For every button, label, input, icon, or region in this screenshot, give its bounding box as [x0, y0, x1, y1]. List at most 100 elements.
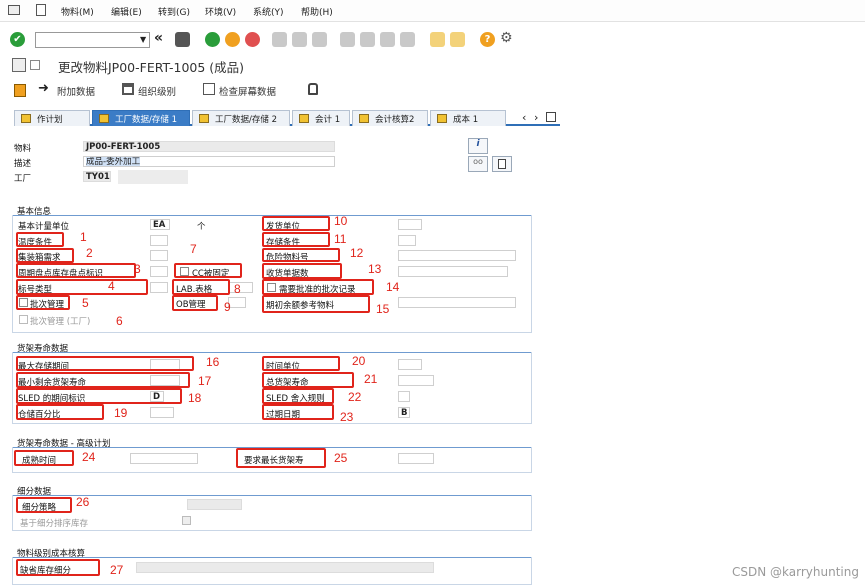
- tab-label: 成本 1: [453, 115, 479, 125]
- base-uom-text: 个: [197, 222, 206, 232]
- cycle-count-field[interactable]: [150, 266, 168, 277]
- watermark: CSDN @karryhunting: [732, 565, 859, 579]
- find-icon[interactable]: [292, 32, 307, 47]
- sap-logo-icon[interactable]: [8, 5, 20, 15]
- annotation-box-8: [172, 279, 230, 295]
- org-levels-button[interactable]: 组织级别: [138, 84, 176, 98]
- title-menu-icon[interactable]: [30, 60, 40, 70]
- annotation-box-19: [16, 404, 104, 420]
- menu-extra-icon[interactable]: [36, 4, 46, 16]
- description-field[interactable]: 成品-委外加工: [83, 156, 335, 167]
- annotation-number: 13: [368, 262, 382, 276]
- hazmat-field[interactable]: [398, 250, 516, 261]
- clipboard-icon[interactable]: [14, 84, 26, 97]
- maturation-time-field[interactable]: [130, 453, 198, 464]
- time-unit-field[interactable]: [398, 359, 422, 370]
- init-batch-ref-field[interactable]: [398, 297, 516, 308]
- annotation-number: 22: [348, 390, 362, 404]
- tab-label: 工厂数据/存储 2: [215, 115, 277, 125]
- temp-conditions-field[interactable]: [150, 235, 168, 246]
- tab-work-scheduling[interactable]: 作计划: [14, 110, 90, 126]
- command-field[interactable]: [35, 32, 150, 48]
- section-subdiv-box: [12, 495, 532, 531]
- chevron-down-icon[interactable]: ▼: [140, 35, 146, 44]
- back-icon[interactable]: [205, 32, 220, 47]
- last-page-icon[interactable]: [400, 32, 415, 47]
- enter-icon[interactable]: ✔: [10, 32, 25, 47]
- sorted-stock-checkbox[interactable]: [182, 516, 191, 525]
- cancel-icon[interactable]: [245, 32, 260, 47]
- default-stock-seg-field: [136, 562, 434, 573]
- help-icon[interactable]: ?: [480, 32, 495, 47]
- issue-unit-field[interactable]: [398, 219, 422, 230]
- annotation-number: 11: [334, 232, 347, 246]
- menu-system[interactable]: 系统(Y): [253, 5, 284, 18]
- new-document-button[interactable]: [492, 156, 512, 172]
- annotation-number: 6: [116, 314, 123, 328]
- batch-mgmt-plant-checkbox[interactable]: [19, 315, 28, 324]
- tab-check-icon: [437, 114, 447, 123]
- req-max-shelf-field[interactable]: [398, 453, 434, 464]
- new-session-icon[interactable]: [430, 32, 445, 47]
- sled-round-field[interactable]: [398, 391, 410, 402]
- tab-scroll-left-icon[interactable]: ‹: [522, 111, 526, 124]
- annotation-number: 20: [352, 354, 366, 368]
- glasses-icon: oo: [473, 157, 483, 166]
- first-page-icon[interactable]: [340, 32, 355, 47]
- menu-environment[interactable]: 环境(V): [205, 5, 236, 18]
- plant-label: 工厂: [14, 174, 32, 184]
- menu-goto[interactable]: 转到(G): [158, 5, 190, 18]
- storage-cond-field[interactable]: [398, 235, 416, 246]
- tab-accounting-2[interactable]: 会计核算2: [352, 110, 428, 126]
- label-type-field[interactable]: [150, 282, 168, 293]
- base-uom-field[interactable]: EA: [150, 219, 170, 230]
- tab-accounting-1[interactable]: 会计 1: [292, 110, 350, 126]
- tab-list-icon[interactable]: [546, 112, 556, 122]
- tab-scroll-right-icon[interactable]: ›: [534, 111, 538, 124]
- settings-gear-icon[interactable]: ⚙: [500, 30, 513, 46]
- gr-slips-field[interactable]: [398, 266, 508, 277]
- tab-label: 会计 1: [315, 115, 341, 125]
- annotation-number: 17: [198, 374, 212, 388]
- prev-page-icon[interactable]: [360, 32, 375, 47]
- menu-material[interactable]: 物料(M): [61, 5, 94, 18]
- annotation-number: 5: [82, 296, 89, 310]
- annotation-number: 27: [110, 563, 124, 577]
- info-button[interactable]: i: [468, 138, 488, 154]
- find-next-icon[interactable]: [312, 32, 327, 47]
- menu-help[interactable]: 帮助(H): [301, 5, 333, 18]
- tab-plant-storage-2[interactable]: 工厂数据/存储 2: [192, 110, 290, 126]
- annotation-box-9: [172, 295, 218, 311]
- tab-costing-1[interactable]: 成本 1: [430, 110, 506, 126]
- tab-label: 会计核算2: [375, 115, 415, 125]
- lock-icon[interactable]: [308, 83, 318, 95]
- annotation-number: 7: [190, 242, 197, 256]
- shortcut-icon[interactable]: [450, 32, 465, 47]
- annotation-number: 26: [76, 495, 90, 509]
- application-toolbar: ➜ 附加数据 组织级别 检查屏幕数据: [0, 80, 865, 102]
- annotation-number: 14: [386, 280, 400, 294]
- container-req-field[interactable]: [150, 250, 168, 261]
- check-screen-data-button[interactable]: 检查屏幕数据: [219, 84, 276, 98]
- next-page-icon[interactable]: [380, 32, 395, 47]
- menu-edit[interactable]: 编辑(E): [111, 5, 142, 18]
- total-shelf-field[interactable]: [398, 375, 434, 386]
- expiry-date-field[interactable]: B: [398, 407, 410, 418]
- annotation-number: 19: [114, 406, 128, 420]
- annotation-number: 9: [224, 300, 231, 314]
- save-icon[interactable]: [175, 32, 190, 47]
- annotation-number: 12: [350, 246, 364, 260]
- additional-data-button[interactable]: 附加数据: [57, 84, 95, 98]
- screen-icon: [12, 58, 26, 72]
- annotation-number: 4: [108, 279, 115, 293]
- annotation-number: 16: [206, 355, 220, 369]
- exit-icon[interactable]: [225, 32, 240, 47]
- print-icon[interactable]: [272, 32, 287, 47]
- collapse-icon[interactable]: «: [154, 30, 163, 46]
- tab-plant-storage-1[interactable]: 工厂数据/存储 1: [92, 110, 190, 126]
- storage-pct-field[interactable]: [150, 407, 174, 418]
- annotation-box-2: [16, 248, 74, 263]
- display-button[interactable]: oo: [468, 156, 488, 172]
- tab-check-icon: [359, 114, 369, 123]
- description-value: 成品-委外加工: [86, 157, 141, 167]
